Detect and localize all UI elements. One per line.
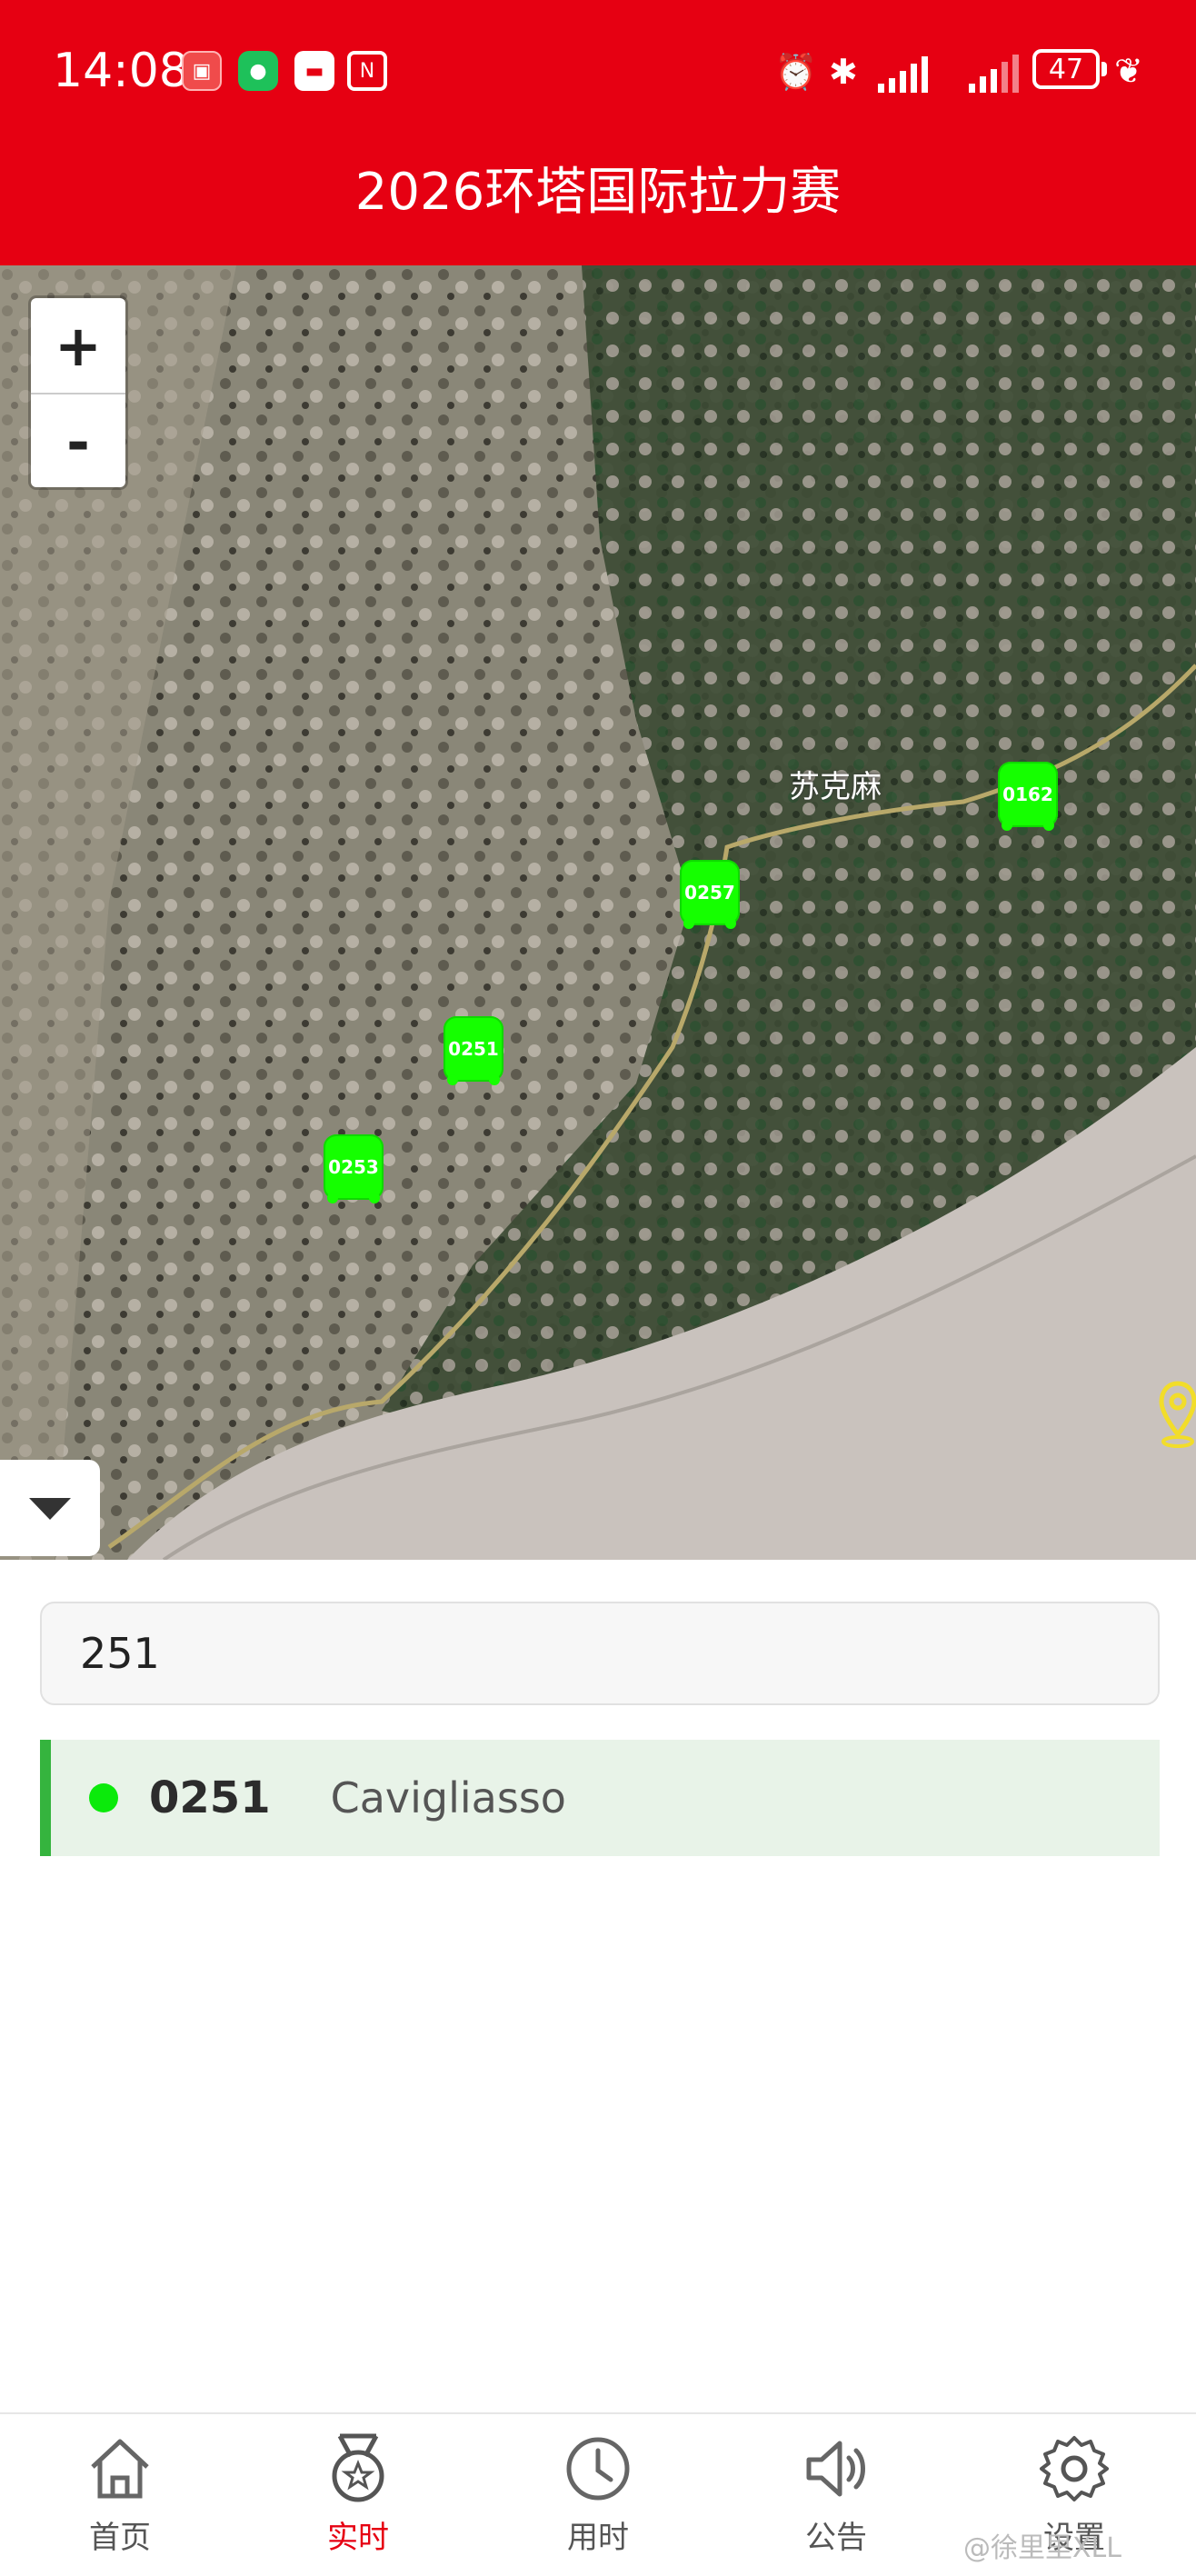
search-input[interactable]	[40, 1602, 1160, 1705]
app-header: 14:08 ▣ ● ▬ N ⏰ ✱ 47 ❦ 2026环塔国际拉力赛	[0, 0, 1196, 265]
box-icon: ▬	[294, 51, 334, 91]
clock-icon	[566, 2437, 630, 2501]
home-icon	[91, 2439, 149, 2499]
signal-icon	[969, 53, 1019, 93]
nav-label: 实时	[327, 2520, 389, 2556]
car-marker[interactable]: 0253	[324, 1134, 384, 1203]
result-row[interactable]: 0251 Cavigliasso	[40, 1740, 1160, 1856]
car-marker[interactable]: 0251	[444, 1016, 503, 1085]
zoom-control: + -	[31, 298, 125, 487]
signal-icon	[878, 53, 928, 93]
nav-realtime[interactable]: 实时	[267, 2431, 449, 2557]
map-view[interactable]: + - 苏克麻 0162 0257 0251 0253	[0, 265, 1196, 1560]
wechat-icon: ●	[238, 51, 278, 91]
result-number: 0251	[149, 1772, 271, 1823]
status-dot	[89, 1783, 118, 1812]
zoom-in-button[interactable]: +	[31, 298, 125, 393]
status-time: 14:08	[53, 44, 189, 98]
collapse-map-button[interactable]	[0, 1460, 100, 1556]
car-marker[interactable]: 0257	[680, 860, 740, 929]
battery-icon: 47	[1032, 49, 1107, 89]
nav-home[interactable]: 首页	[29, 2431, 211, 2557]
medal-icon	[332, 2433, 384, 2502]
nav-elapsed[interactable]: 用时	[507, 2431, 689, 2557]
nav-label: 公告	[805, 2520, 867, 2556]
map-place-label: 苏克麻	[789, 769, 882, 805]
nfc-icon: N	[347, 51, 387, 91]
nav-announcement[interactable]: 公告	[745, 2431, 927, 2557]
battery-level: 47	[1048, 53, 1084, 85]
location-pin-icon[interactable]	[1158, 1380, 1196, 1449]
car-marker[interactable]: 0162	[998, 762, 1058, 831]
speaker-icon	[806, 2441, 865, 2497]
alarm-icon: ⏰	[774, 51, 818, 92]
leaf-icon: ❦	[1114, 51, 1143, 91]
zoom-out-button[interactable]: -	[31, 393, 125, 489]
nav-label: 首页	[89, 2520, 151, 2556]
watermark: @徐里里XLL	[963, 2532, 1121, 2564]
huawei-store-icon: ▣	[182, 51, 222, 91]
bluetooth-icon: ✱	[829, 52, 858, 92]
result-name: Cavigliasso	[330, 1773, 566, 1822]
chevron-down-icon	[29, 1498, 71, 1520]
gear-icon	[1040, 2436, 1109, 2501]
page-title: 2026环塔国际拉力赛	[354, 163, 842, 222]
nav-label: 用时	[567, 2520, 629, 2556]
satellite-map-background	[0, 265, 1196, 1560]
status-bar: 14:08 ▣ ● ▬ N ⏰ ✱ 47 ❦	[0, 0, 1196, 142]
